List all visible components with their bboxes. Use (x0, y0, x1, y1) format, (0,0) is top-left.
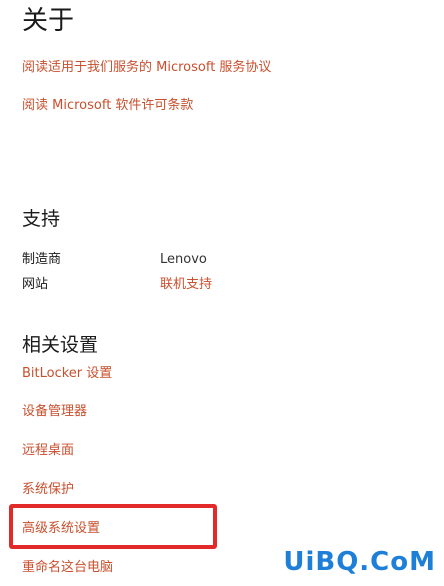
device-manager-link[interactable]: 设备管理器 (22, 403, 87, 421)
website-label: 网站 (22, 277, 49, 292)
settings-about-page: 关于 阅读适用于我们服务的 Microsoft 服务协议 阅读 Microsof… (0, 0, 444, 586)
bitlocker-settings-link[interactable]: BitLocker 设置 (22, 365, 112, 383)
system-protection-link[interactable]: 系统保护 (22, 481, 74, 499)
support-section-title: 支持 (22, 208, 61, 230)
highlight-annotation-box (9, 504, 217, 549)
rename-pc-link[interactable]: 重命名这台电脑 (22, 559, 113, 577)
manufacturer-value: Lenovo (160, 252, 207, 267)
page-title: 关于 (22, 6, 75, 36)
watermark-logo: UiBQ.CoM (283, 547, 436, 577)
online-support-link[interactable]: 联机支持 (160, 276, 212, 294)
license-terms-link[interactable]: 阅读 Microsoft 软件许可条款 (22, 97, 193, 115)
remote-desktop-link[interactable]: 远程桌面 (22, 442, 74, 460)
services-agreement-link[interactable]: 阅读适用于我们服务的 Microsoft 服务协议 (22, 59, 271, 77)
related-settings-title: 相关设置 (22, 334, 99, 356)
manufacturer-label: 制造商 (22, 252, 62, 267)
